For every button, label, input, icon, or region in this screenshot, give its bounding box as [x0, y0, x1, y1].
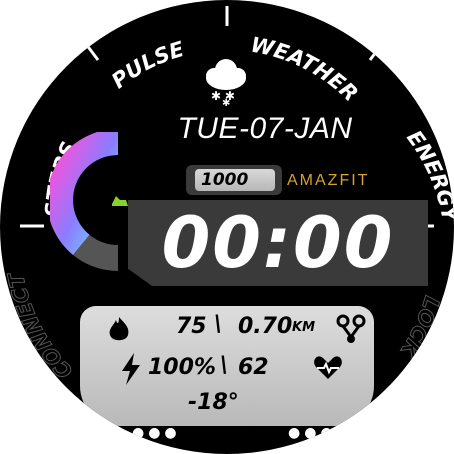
ring-separator — [368, 43, 384, 61]
lightning-icon — [122, 353, 140, 385]
separator-bar: \ — [220, 353, 229, 378]
dots-icon[interactable]: ●●● — [132, 425, 181, 441]
snow-cloud-icon: ✱ ✱ ✱ — [206, 59, 246, 106]
dots-icon[interactable]: ●●● — [288, 425, 337, 441]
date-display: TUE-07-JAN — [177, 112, 353, 145]
step-goal: 1000 — [195, 169, 275, 191]
distance-unit: KM — [292, 320, 316, 335]
time-display: 00:00 — [161, 202, 395, 284]
shoe-icon — [112, 196, 128, 206]
connect-label[interactable]: CONNECT — [3, 269, 78, 384]
watch-face: PULSE WEATHER ENERGY STEPS CONNECT LOCK — [0, 0, 454, 454]
route-icon — [336, 314, 366, 343]
pulse-label[interactable]: PULSE — [107, 37, 187, 93]
ring-separator — [84, 43, 100, 61]
distance-value: 0.70 — [238, 314, 293, 339]
lock-label[interactable]: LOCK — [394, 293, 444, 363]
brand-logo: AMAZFIT — [287, 172, 370, 189]
heart-pulse-icon — [314, 356, 342, 379]
svg-text:✱: ✱ — [222, 98, 230, 106]
calories-value: 75 — [176, 314, 207, 339]
weather-label[interactable]: WEATHER — [249, 33, 363, 107]
flame-icon — [109, 317, 129, 341]
separator-bar: \ — [214, 312, 223, 337]
battery-value: 100% — [148, 355, 216, 380]
heart-rate-value: 62 — [238, 355, 269, 380]
temperature-value: -18° — [188, 390, 239, 415]
